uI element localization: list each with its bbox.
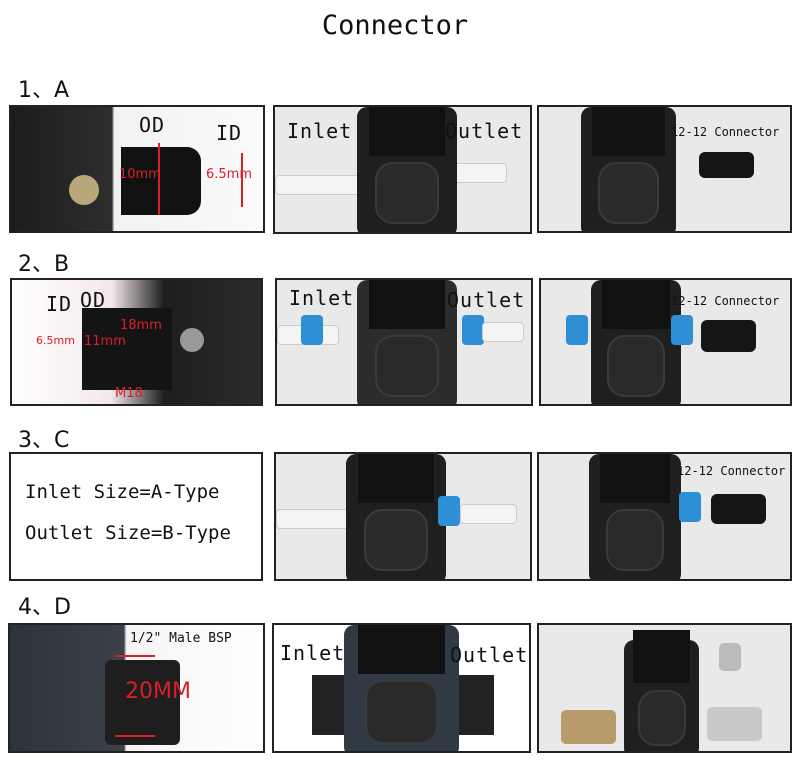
size-label: 20MM [125, 679, 191, 704]
pump-image [346, 454, 446, 579]
od-size: 10mm [119, 167, 161, 182]
pump-image [357, 107, 457, 232]
outlet-blue-cap-image [679, 492, 701, 522]
outlet-tube-image [482, 322, 524, 342]
dimension-line-top [115, 655, 155, 657]
page-title: Connector [321, 10, 469, 41]
photo-a-connector: 12-12 Connector [537, 105, 792, 233]
od-label: OD [80, 288, 107, 312]
outlet-blue-cap-image [438, 496, 460, 526]
thread-label: 1/2" Male BSP [130, 631, 232, 646]
photo-a-dimensions: OD ID 10mm 6.5mm [9, 105, 265, 233]
inlet-size-text: Inlet Size=A-Type [25, 481, 220, 503]
photo-d-pump: Inlet Outlet [272, 623, 531, 753]
screw-image [69, 175, 99, 205]
inlet-blue-cap-image [566, 315, 588, 345]
photo-c-pump [274, 452, 532, 581]
screw-image [180, 328, 204, 352]
section-label-d: 4、D [18, 595, 71, 620]
photo-c-connector: 12-12 Connector [537, 452, 792, 581]
outlet-label: Outlet [450, 643, 529, 667]
id-size: 6.5mm [206, 167, 253, 182]
pump-image [357, 280, 457, 404]
nut-image [719, 643, 741, 671]
connector-label: 12-12 Connector [677, 464, 786, 478]
outlet-tube-image [460, 504, 517, 524]
od-label: OD [139, 113, 166, 137]
connector-image [711, 494, 766, 524]
inlet-label: Inlet [280, 641, 346, 665]
connector-image [701, 320, 756, 352]
photo-b-pump: Inlet Outlet [275, 278, 533, 406]
brass-fitting-image [561, 710, 616, 744]
section-label-a: 1、A [18, 78, 70, 103]
inlet-label: Inlet [287, 119, 353, 143]
id-label: ID [46, 292, 73, 316]
outlet-label: Outlet [447, 288, 526, 312]
pump-image [624, 630, 699, 751]
photo-d-dimensions: 1/2" Male BSP 20MM [8, 623, 265, 753]
inlet-blue-cap-image [301, 315, 323, 345]
id-label: ID [216, 121, 243, 145]
pump-image [581, 107, 676, 231]
section-label-c: 3、C [18, 428, 70, 453]
photo-b-connector: 12-12 Connector [539, 278, 792, 406]
photo-a-pump: Inlet Outlet [273, 105, 532, 234]
thread-size: 18mm [120, 318, 162, 333]
outlet-blue-cap-image [462, 315, 484, 345]
connector-label: 12-12 Connector [671, 294, 780, 308]
section-label-b: 2、B [18, 252, 70, 277]
od-size: 11mm [84, 334, 126, 349]
pump-image [344, 625, 459, 751]
outlet-port-image [454, 675, 494, 735]
thread-label: M18 [115, 386, 143, 401]
photo-d-fittings [537, 623, 792, 753]
pump-image [591, 280, 681, 404]
photo-b-dimensions: ID OD 6.5mm 11mm 18mm M18 [10, 278, 263, 406]
connector-label: 12-12 Connector [671, 125, 780, 139]
pump-image [589, 454, 681, 579]
steel-fitting-image [707, 707, 762, 741]
connector-image [699, 152, 754, 178]
dimension-line-bottom [115, 735, 155, 737]
inlet-label: Inlet [289, 286, 355, 310]
outlet-size-text: Outlet Size=B-Type [25, 522, 231, 544]
outlet-label: Outlet [445, 119, 524, 143]
id-size: 6.5mm [36, 334, 75, 347]
outlet-blue-cap-image [671, 315, 693, 345]
size-info-box: Inlet Size=A-Type Outlet Size=B-Type [9, 452, 263, 581]
